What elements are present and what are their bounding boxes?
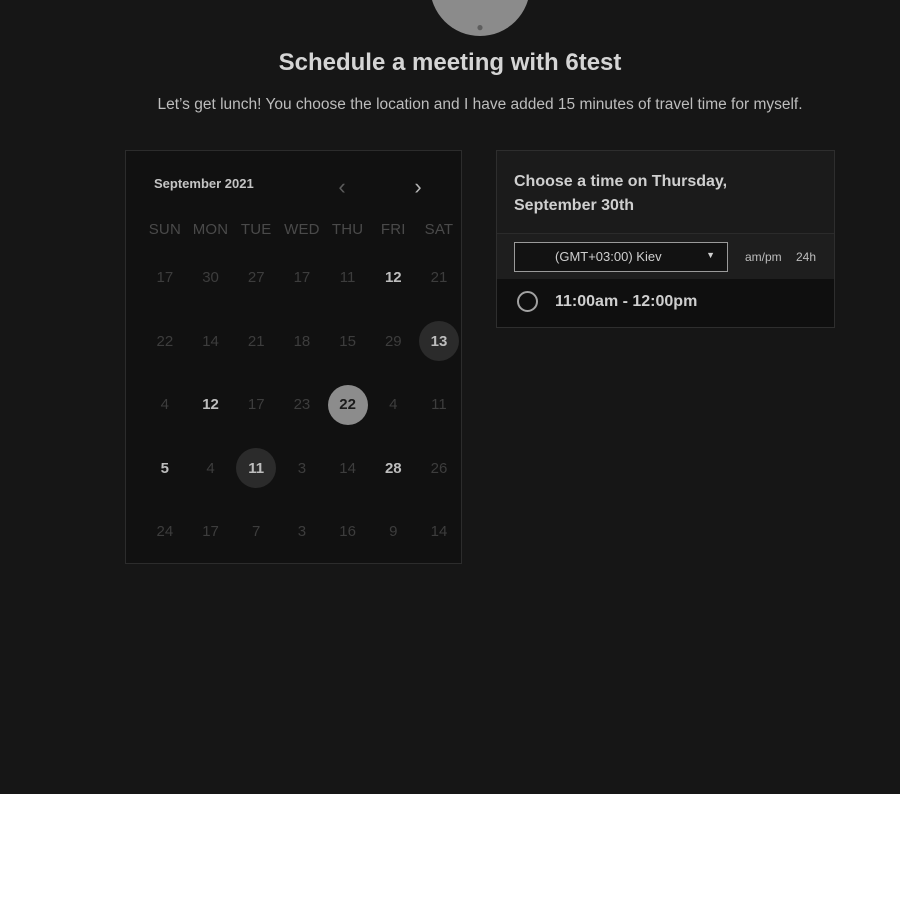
- calendar-day: 15: [339, 332, 356, 350]
- time-panel-heading: Choose a time on Thursday, September 30t…: [514, 173, 728, 214]
- calendar-day: 17: [247, 396, 265, 414]
- weekday-fri: FRI: [380, 221, 406, 238]
- calendar-day-available[interactable]: 11: [233, 437, 279, 501]
- caret-down-icon: ▼: [706, 250, 715, 260]
- weekday-sat: SAT: [424, 221, 454, 238]
- calendar-day: 14: [202, 332, 219, 350]
- calendar-day: 14: [339, 459, 356, 477]
- calendar-day-available[interactable]: 5: [142, 437, 188, 501]
- calendar-day: 3: [297, 523, 307, 541]
- weekday-sun: SUN: [148, 221, 181, 238]
- time-format-ampm[interactable]: am/pm: [745, 250, 782, 264]
- meeting-description: Let’s get lunch! You choose the location…: [157, 96, 803, 113]
- timezone-value: (GMT+03:00) Kiev: [555, 249, 662, 264]
- calendar-day-available[interactable]: 13: [416, 310, 462, 374]
- calendar-day: 11: [339, 269, 356, 287]
- radio-button[interactable]: [517, 291, 538, 312]
- calendar-day: 23: [293, 396, 311, 414]
- calendar-day: 17: [293, 269, 311, 287]
- calendar-day: 3: [297, 459, 307, 477]
- avatar: ●: [430, 0, 530, 36]
- calendar-day-available[interactable]: 12: [188, 373, 234, 437]
- time-slot[interactable]: 11:00am - 12:00pm: [497, 279, 834, 327]
- weekday-tue: TUE: [240, 221, 272, 238]
- weekday-mon: MON: [192, 221, 229, 238]
- timezone-row: (GMT+03:00) Kiev ▼ am/pm 24h: [497, 233, 834, 279]
- time-picker-panel: Choose a time on Thursday, September 30t…: [496, 150, 835, 328]
- calendar-day: 4: [160, 396, 170, 414]
- prev-month-button[interactable]: ‹: [330, 175, 354, 199]
- timezone-select[interactable]: (GMT+03:00) Kiev ▼: [514, 242, 728, 272]
- avatar-icon: ●: [476, 20, 484, 34]
- page-title: Schedule a meeting with 6test: [278, 49, 622, 76]
- scheduling-page: ● Schedule a meeting with 6test Let’s ge…: [0, 0, 900, 794]
- weekday-wed: WED: [284, 221, 320, 238]
- next-month-button[interactable]: ›: [406, 175, 430, 199]
- calendar-day: 17: [202, 523, 219, 541]
- calendar-day: 9: [389, 523, 398, 541]
- calendar-day: 7: [252, 523, 261, 541]
- calendar-day: 14: [430, 523, 448, 541]
- calendar-month-label: September 2021: [154, 176, 254, 191]
- time-slot-label: 11:00am - 12:00pm: [555, 293, 698, 310]
- calendar-day-selected[interactable]: 22: [325, 373, 371, 437]
- calendar-day: 26: [430, 459, 448, 477]
- calendar-day: 16: [339, 523, 356, 541]
- calendar-day: 17: [156, 269, 174, 287]
- calendar-day: 27: [247, 269, 265, 287]
- calendar-day: 21: [247, 332, 265, 350]
- calendar-day: 4: [389, 396, 398, 414]
- calendar-day: 29: [384, 332, 402, 350]
- weekday-header: SUN MON TUE WED THU FRI SAT: [142, 221, 462, 238]
- chevron-right-icon: ›: [414, 174, 422, 199]
- calendar-day: 21: [430, 269, 448, 287]
- calendar-day: 30: [202, 269, 219, 287]
- calendar-days: 17 30 27 17 11 12 21 22 14 21 18 15 29 1…: [142, 246, 462, 564]
- calendar-day: 24: [156, 523, 174, 541]
- calendar-day-available[interactable]: 12: [370, 246, 416, 310]
- calendar: September 2021 ‹ › SUN MON TUE WED THU F…: [125, 150, 462, 564]
- calendar-day: 4: [206, 459, 215, 477]
- chevron-left-icon: ‹: [338, 174, 346, 199]
- calendar-day: 18: [293, 332, 311, 350]
- time-format-24h[interactable]: 24h: [796, 250, 816, 264]
- calendar-day-available[interactable]: 28: [370, 437, 416, 501]
- weekday-thu: THU: [331, 221, 364, 238]
- calendar-day: 11: [431, 396, 447, 414]
- calendar-day: 22: [156, 332, 174, 350]
